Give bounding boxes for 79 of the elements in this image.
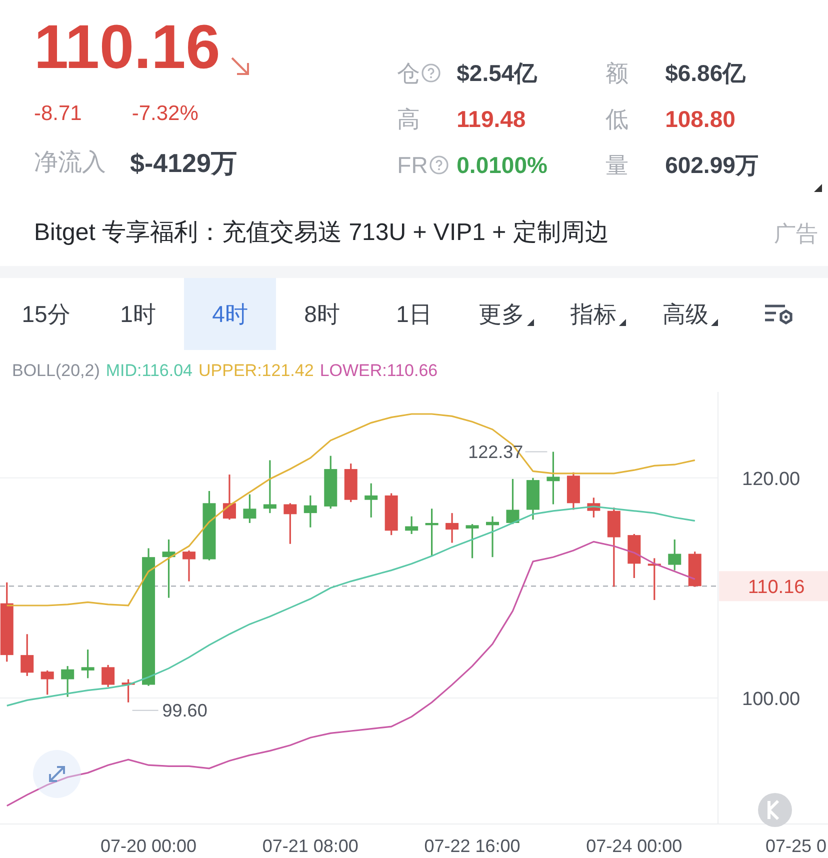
candlestick [284,503,297,544]
candlestick [364,483,378,518]
low-label: 99.60 [162,700,208,720]
candlestick [506,478,520,524]
indicator-title: BOLL(20,2) [12,360,100,382]
candlestick [222,474,236,520]
interval-tab[interactable]: 15分 [0,278,92,350]
interval-tab[interactable]: 指标 [552,278,644,350]
candlestick [526,478,540,520]
inflow-value: $-4129万 [130,146,237,180]
candlestick [20,634,34,676]
candlestick [162,539,176,598]
indicator-legend: MID:116.04 [106,358,193,384]
ad-banner-link[interactable]: Bitget 专享福利：充值交易送 713U + VIP1 + 定制周边 [34,215,609,251]
help-icon[interactable] [421,63,442,83]
candlestick [446,513,459,543]
help-icon[interactable] [428,155,449,175]
candlestick [304,495,317,528]
stat-label: 低 [606,104,629,134]
axis-label: 120.00 [742,468,800,490]
candlestick [324,456,338,509]
leader-line [524,451,548,452]
candlestick [425,508,438,556]
change-percent: -7.32% [132,101,198,127]
candlestick [182,550,196,582]
stat-label: 额 [606,58,629,88]
indicator-legend: LOWER:110.66 [320,358,438,384]
axis-label: 07-21 08:00 [262,836,358,856]
ad-tag: 广告 [774,216,818,250]
candlestick [546,452,560,504]
k-line-button[interactable] [758,793,792,827]
candlestick [486,516,499,558]
stat-value: 108.80 [665,104,736,134]
candlestick [405,516,418,534]
candlestick [466,524,479,558]
candlestick [648,558,661,600]
stat-value: $2.54亿 [456,58,538,88]
stat-label: 量 [606,150,629,180]
stat-label: FR [397,150,428,180]
stat-label: 高 [397,104,420,134]
corner-triangle-icon [814,184,822,192]
candlestick [202,491,216,560]
axis-label: 100.00 [742,688,800,710]
candlestick [102,664,115,687]
inflow-label: 净流入 [34,148,106,178]
leader-line [132,710,159,711]
axis-label: 07-22 16:00 [424,836,520,856]
candlestick [688,552,702,587]
stat-value: 0.0100% [456,150,548,180]
interval-tab[interactable]: 8时 [276,278,368,350]
candlestick [263,460,276,514]
price-tag-label: 110.16 [748,577,805,598]
interval-tab[interactable]: 更多 [460,278,552,350]
candlestick [566,472,580,510]
axis-label: 07-20 00:00 [100,836,197,856]
interval-tab[interactable]: 1时 [92,278,184,350]
stat-value: $6.86亿 [665,58,747,88]
interval-tab[interactable]: 1日 [368,278,460,350]
candlestick [81,650,94,678]
axis-label: 07-25 0 [765,836,827,856]
candlestick [40,670,54,695]
stat-value: 602.99万 [665,150,760,180]
axis-label: 07-24 00:00 [586,836,682,856]
indicator-legend: UPPER:121.42 [198,358,314,384]
stat-value: 119.48 [456,104,527,134]
candlestick [587,498,600,518]
candlestick [628,534,641,578]
candlestick [243,494,256,523]
stat-label: 仓 [397,58,420,88]
candlestick [668,539,682,570]
interval-tab[interactable]: 高级 [644,278,736,350]
expand-button[interactable] [33,750,81,798]
candlestick [122,679,135,702]
candlestick [344,464,358,502]
candlestick [384,493,398,536]
price-change: -8.71 [34,101,82,127]
candlestick [61,666,74,697]
last-price: 110.16 [34,12,220,84]
interval-tab[interactable]: 4时 [184,278,276,350]
